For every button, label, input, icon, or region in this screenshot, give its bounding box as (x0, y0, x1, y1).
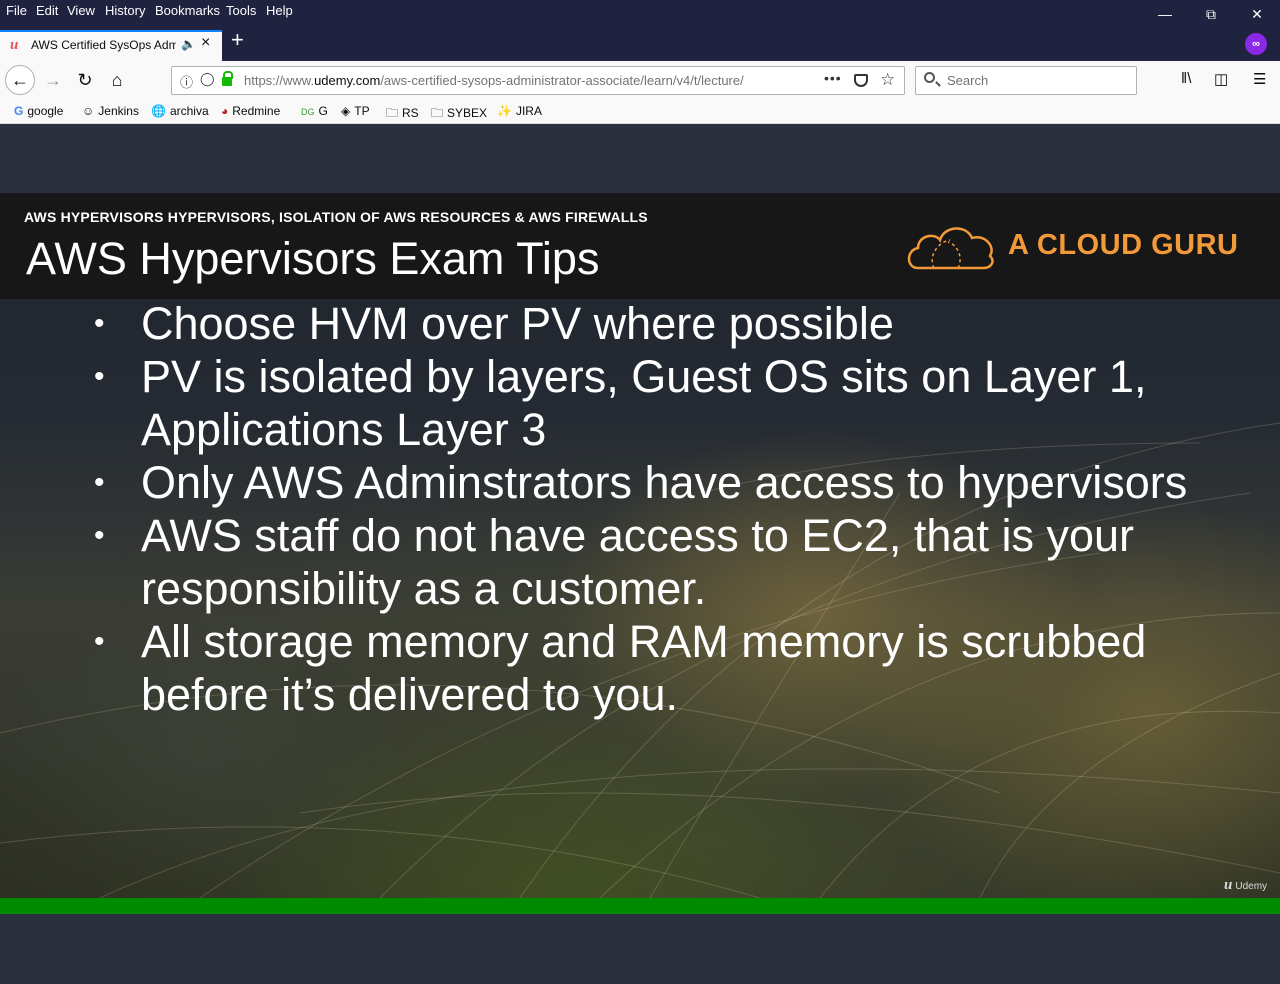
slide-header: AWS HYPERVISORS HYPERVISORS, ISOLATION O… (0, 193, 1280, 299)
more-actions-icon[interactable]: ••• (824, 70, 842, 86)
bullet-item: • Choose HVM over PV where possible (94, 298, 894, 349)
bookmarks-toolbar: Ggoogle ☺ Jenkins 🌐 archiva ◕ Redmine DG G ◈… (0, 100, 1280, 124)
brand-logo-text: A CLOUD GURU (1008, 229, 1239, 261)
menu-tools[interactable]: Tools (226, 3, 256, 18)
menu-file[interactable]: File (6, 3, 27, 18)
bullet-icon: • (94, 466, 105, 499)
close-icon[interactable]: × (201, 34, 210, 52)
url-bar[interactable]: ⓘ ◯ https://www.udemy.com/aws-certified-… (171, 66, 905, 95)
lecture-video[interactable]: AWS HYPERVISORS HYPERVISORS, ISOLATION O… (0, 193, 1280, 898)
bookmark-jira[interactable]: ✨ JIRA (497, 104, 542, 118)
dg-icon: DG (301, 107, 315, 117)
jenkins-icon: ☺ (82, 104, 95, 118)
google-icon: G (14, 104, 24, 118)
bookmark-sybex[interactable]: 🗀 SYBEX (431, 104, 487, 125)
folder-icon: 🗀 (386, 106, 399, 120)
library-icon[interactable]: ‖\ (1181, 70, 1191, 87)
sidebar-icon[interactable]: ◫ (1214, 70, 1228, 88)
search-icon (924, 72, 935, 83)
cloud-icon (907, 227, 994, 270)
tab-title: AWS Certified SysOps Admini (31, 38, 176, 52)
reload-icon[interactable]: ↻ (71, 66, 99, 94)
jira-icon: ✨ (497, 104, 512, 118)
nav-bar: ← → ↻ ⌂ ⓘ ◯ https://www.udemy.com/aws-ce… (0, 61, 1280, 100)
menu-bookmarks[interactable]: Bookmarks (155, 3, 220, 18)
bullet-item: • Only AWS Adminstrators have access to h… (94, 457, 1188, 508)
bullet-item: • All storage memory and RAM memory is sc… (94, 616, 1147, 720)
bookmark-google[interactable]: Ggoogle (14, 104, 63, 118)
bullet-icon: • (94, 519, 105, 552)
search-placeholder: Search (947, 73, 989, 88)
folder-icon: 🗀 (431, 106, 444, 120)
bookmark-tp[interactable]: ◈ TP (341, 104, 370, 118)
speaker-icon[interactable]: 🔈 (181, 37, 196, 51)
menu-edit[interactable]: Edit (36, 3, 58, 18)
bookmark-jenkins[interactable]: ☺ Jenkins (82, 104, 139, 118)
forward-arrow-icon[interactable]: → (39, 66, 67, 94)
bullet-icon: • (94, 360, 105, 393)
menu-history[interactable]: History (105, 3, 145, 18)
bullet-icon: • (94, 625, 105, 658)
tab-udemy[interactable]: u AWS Certified SysOps Admini 🔈 × (0, 30, 222, 61)
bullet-icon: • (94, 307, 105, 340)
udemy-icon: u (1224, 877, 1233, 893)
hamburger-menu-icon[interactable]: ☰ (1253, 70, 1266, 88)
plus-icon[interactable]: + (231, 27, 244, 53)
slide-subtitle: AWS HYPERVISORS HYPERVISORS, ISOLATION O… (24, 209, 648, 225)
info-icon[interactable]: ⓘ (180, 72, 193, 91)
menu-bar: File Edit View History Bookmarks Tools H… (0, 0, 1280, 24)
diamond-icon: ◈ (341, 104, 351, 118)
slide-title: AWS Hypervisors Exam Tips (26, 233, 600, 284)
bullet-item: • AWS staff do not have access to EC2, th… (94, 510, 1134, 614)
redmine-icon: ◕ (221, 104, 229, 118)
bookmark-rs[interactable]: 🗀 RS (386, 104, 419, 125)
tab-bar: u AWS Certified SysOps Admini 🔈 × + ∞ (0, 24, 1280, 61)
udemy-icon: u (10, 37, 19, 53)
home-icon[interactable]: ⌂ (103, 66, 131, 94)
url-text[interactable]: https://www.udemy.com/aws-certified-syso… (244, 73, 794, 88)
bookmark-archiva[interactable]: 🌐 archiva (151, 104, 209, 118)
progress-fill (0, 898, 1280, 914)
bullet-list: • Choose HVM over PV where possible • PV i… (94, 297, 1194, 721)
search-input[interactable]: Search (915, 66, 1137, 95)
back-arrow-icon[interactable]: ← (5, 65, 35, 95)
lock-icon[interactable] (222, 71, 233, 86)
shield-icon[interactable]: ◯ (200, 71, 215, 87)
menu-view[interactable]: View (67, 3, 95, 18)
udemy-watermark: u Udemy (1224, 877, 1268, 893)
bookmark-g[interactable]: DG G (301, 104, 328, 118)
menu-help[interactable]: Help (266, 3, 293, 18)
globe-icon: 🌐 (151, 104, 166, 118)
video-progress-bar[interactable] (0, 898, 1280, 914)
pocket-icon[interactable] (854, 74, 868, 87)
bullet-item: • PV is isolated by layers, Guest OS sits… (94, 351, 1147, 455)
bookmark-redmine[interactable]: ◕ Redmine (221, 104, 280, 118)
star-icon[interactable]: ☆ (880, 70, 895, 90)
private-mask-icon: ∞ (1245, 33, 1267, 55)
